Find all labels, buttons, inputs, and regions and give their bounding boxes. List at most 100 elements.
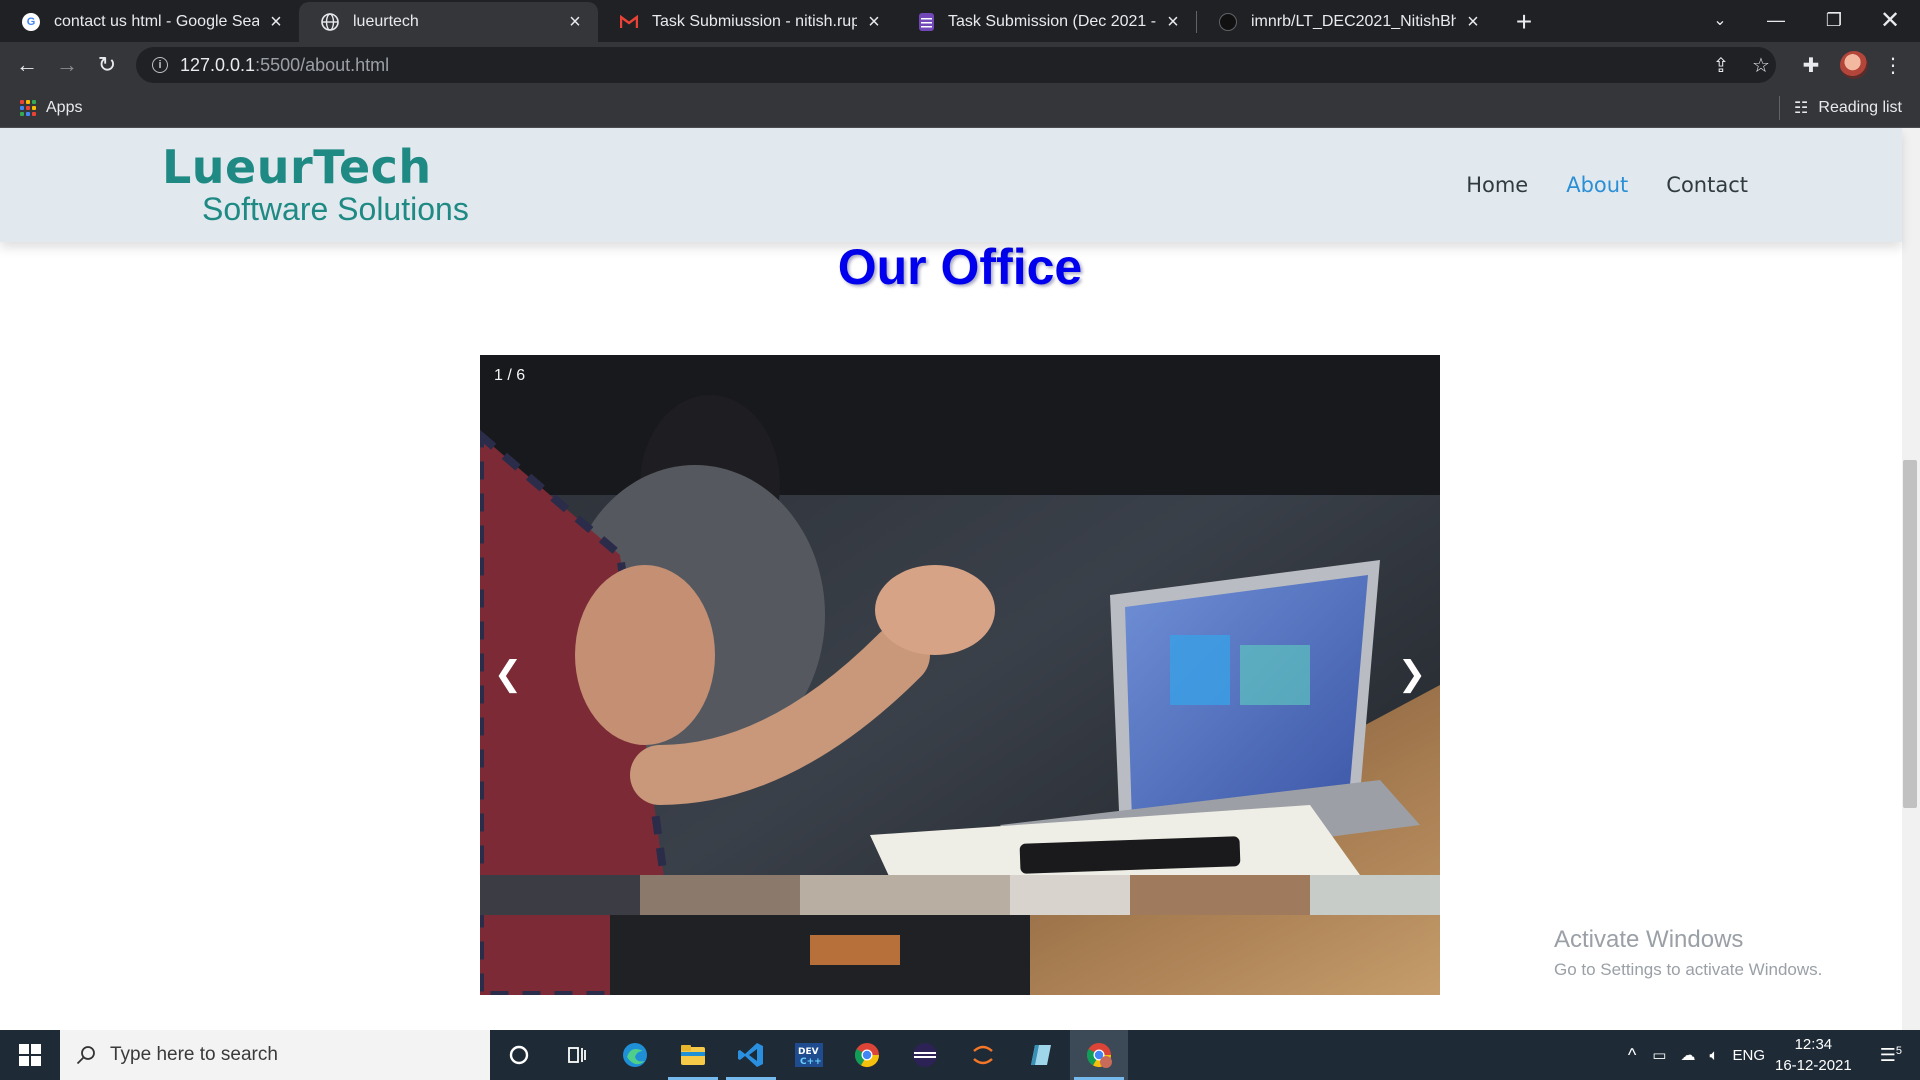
new-tab-button[interactable]: +: [1506, 4, 1542, 40]
nav-about[interactable]: About: [1566, 173, 1628, 197]
thumbnail[interactable]: [1010, 875, 1130, 915]
forms-icon: [919, 13, 934, 31]
chrome-icon[interactable]: [838, 1030, 896, 1080]
windows-taskbar: Type here to search DEV C++ ^ ▭ ☁ 🔈︎ ENG …: [0, 1030, 1920, 1080]
taskbar-search-box[interactable]: Type here to search: [60, 1030, 490, 1080]
notification-center-icon[interactable]: ☰5: [1880, 1045, 1902, 1066]
tab-search-icon[interactable]: ⌄: [1692, 0, 1748, 40]
tab-title: contact us html - Google Search: [54, 13, 259, 30]
svg-text:C++: C++: [800, 1057, 822, 1067]
tab-github[interactable]: imnrb/LT_DEC2021_NitishBhattac ×: [1197, 4, 1496, 40]
battery-icon[interactable]: ▭: [1652, 1046, 1666, 1064]
close-window-button[interactable]: ✕: [1862, 0, 1918, 40]
site-logo[interactable]: LueurTech Software Solutions: [162, 142, 469, 226]
page-title: Our Office: [837, 239, 1083, 295]
url-host: 127.0.0.1: [180, 54, 256, 75]
info-icon[interactable]: i: [152, 57, 168, 73]
reading-list-label: Reading list: [1818, 99, 1902, 116]
taskbar-search-placeholder: Type here to search: [110, 1044, 278, 1065]
globe-icon: [321, 13, 339, 31]
site-header: LueurTech Software Solutions Home About …: [0, 128, 1902, 242]
browser-toolbar: ← → ↻ i 127.0.0.1:5500/about.html ⇪ ☆ ✚ …: [0, 42, 1920, 88]
task-view-icon[interactable]: [548, 1030, 606, 1080]
jupyter-icon[interactable]: [954, 1030, 1012, 1080]
tab-gmail[interactable]: Task Submiussion - nitish.rupak@ ×: [598, 4, 897, 40]
watermark-title: Activate Windows: [1554, 926, 1744, 953]
github-icon: [1219, 13, 1237, 31]
activate-windows-watermark: Activate Windows Go to Settings to activ…: [1554, 926, 1822, 980]
bookmark-divider: [1779, 96, 1780, 120]
thumbnail[interactable]: [480, 875, 640, 915]
tab-title: lueurtech: [353, 13, 419, 30]
clock-time: 12:34: [1794, 1036, 1833, 1053]
thumbnail[interactable]: [1310, 875, 1440, 915]
slide-thumbnails: [480, 875, 1440, 915]
scrollbar-thumb[interactable]: [1903, 460, 1917, 808]
tab-title: Task Submiussion - nitish.rupak@: [652, 13, 857, 30]
volume-icon[interactable]: 🔈︎: [1709, 1047, 1718, 1064]
back-button[interactable]: ←: [12, 50, 42, 80]
network-icon[interactable]: ☁: [1680, 1046, 1695, 1064]
thumbnail[interactable]: [640, 875, 800, 915]
close-icon[interactable]: ×: [267, 11, 285, 33]
edge-icon[interactable]: [606, 1030, 664, 1080]
slide-next-button[interactable]: ❯: [1392, 649, 1432, 699]
bookmarks-bar: Apps ☷ Reading list: [0, 88, 1920, 128]
close-icon[interactable]: ×: [1164, 11, 1182, 33]
tab-title: Task Submission (Dec 2021 - Batc: [948, 13, 1156, 30]
site-nav: Home About Contact: [1466, 128, 1748, 242]
apps-grid-icon: [20, 100, 36, 116]
file-explorer-icon[interactable]: [664, 1030, 722, 1080]
browser-tab-strip: G contact us html - Google Search × lueu…: [0, 0, 1920, 42]
search-icon: [76, 1046, 95, 1065]
cortana-icon[interactable]: [490, 1030, 548, 1080]
brand-name: LueurTech: [162, 140, 432, 194]
windows-logo-icon: [19, 1044, 41, 1066]
thumbnail[interactable]: [800, 875, 1010, 915]
nav-home[interactable]: Home: [1466, 173, 1528, 197]
brand-tagline: Software Solutions: [202, 191, 469, 227]
chevron-up-icon[interactable]: ^: [1628, 1045, 1636, 1066]
tab-google-search[interactable]: G contact us html - Google Search ×: [0, 4, 299, 40]
slide-prev-button[interactable]: ❮: [488, 649, 528, 699]
share-icon[interactable]: ⇪: [1706, 47, 1736, 83]
close-icon[interactable]: ×: [566, 11, 584, 33]
minimize-button[interactable]: —: [1748, 0, 1804, 40]
reading-list-icon: ☷: [1794, 100, 1809, 117]
reload-button[interactable]: ↻: [92, 50, 122, 80]
url-path: :5500/about.html: [255, 54, 390, 75]
clock-date: 16-12-2021: [1775, 1057, 1852, 1074]
apps-label: Apps: [46, 99, 83, 116]
tab-lueurtech[interactable]: lueurtech ×: [299, 2, 598, 42]
nav-contact[interactable]: Contact: [1666, 173, 1748, 197]
thumbnail[interactable]: [1130, 875, 1310, 915]
reading-list-button[interactable]: ☷ Reading list: [1794, 88, 1902, 128]
tab-google-forms[interactable]: Task Submission (Dec 2021 - Batc ×: [897, 4, 1196, 40]
svg-text:DEV: DEV: [798, 1047, 819, 1057]
system-tray: ^ ▭ ☁ 🔈︎ ENG 12:34 16-12-2021 ☰5: [1628, 1030, 1920, 1080]
vscode-icon[interactable]: [722, 1030, 780, 1080]
restore-button[interactable]: ❐: [1806, 0, 1862, 40]
notification-count: 5: [1895, 1044, 1902, 1057]
google-icon: G: [22, 13, 40, 31]
bookmark-star-icon[interactable]: ☆: [1746, 47, 1776, 83]
profile-avatar[interactable]: [1840, 51, 1868, 79]
close-icon[interactable]: ×: [1464, 11, 1482, 33]
language-indicator[interactable]: ENG: [1732, 1047, 1765, 1064]
address-bar[interactable]: i 127.0.0.1:5500/about.html: [136, 47, 1776, 83]
windows-start-button[interactable]: [0, 1030, 60, 1080]
eclipse-icon[interactable]: [896, 1030, 954, 1080]
extensions-puzzle-icon[interactable]: ✚: [1796, 47, 1826, 83]
menu-kebab-icon[interactable]: ⋮: [1878, 47, 1908, 83]
gmail-icon: [620, 13, 638, 31]
close-icon[interactable]: ×: [865, 11, 883, 33]
tab-title: imnrb/LT_DEC2021_NitishBhattac: [1251, 13, 1456, 30]
slide-counter: 1 / 6: [494, 367, 526, 384]
watermark-subtitle: Go to Settings to activate Windows.: [1554, 960, 1823, 979]
notepad-icon[interactable]: [1012, 1030, 1070, 1080]
devc-icon[interactable]: DEV C++: [780, 1030, 838, 1080]
apps-shortcut[interactable]: Apps: [20, 88, 82, 128]
taskbar-clock[interactable]: 12:34 16-12-2021: [1775, 1034, 1852, 1076]
forward-button[interactable]: →: [52, 50, 82, 80]
chrome-active-icon[interactable]: [1070, 1030, 1128, 1080]
